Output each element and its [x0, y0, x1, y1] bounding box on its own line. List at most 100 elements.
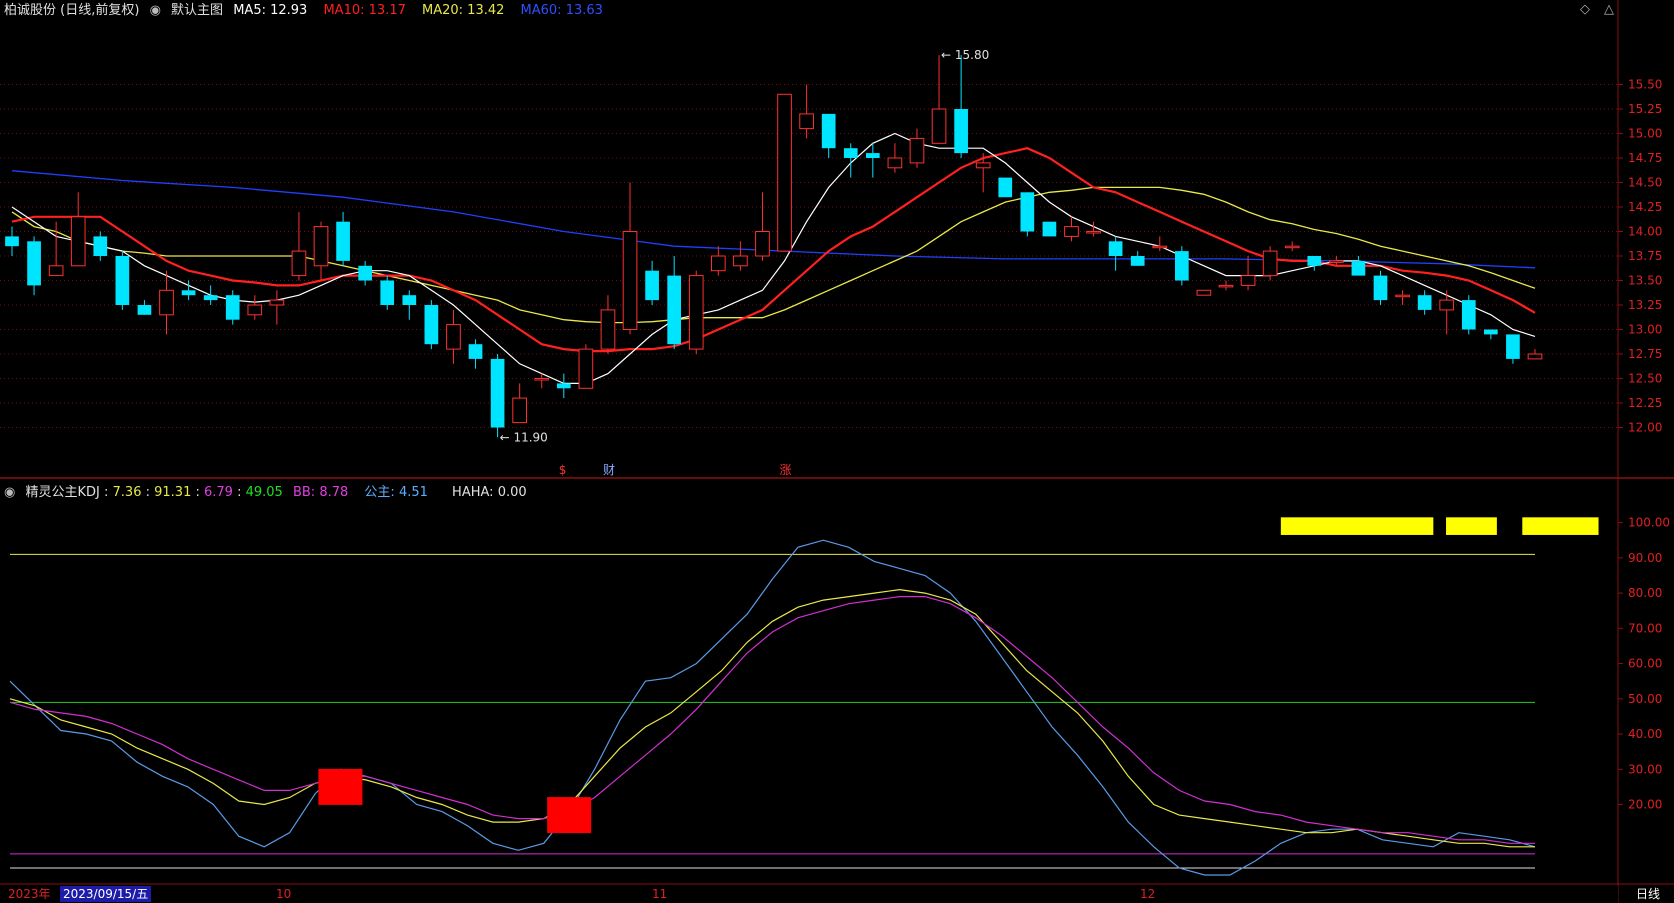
- diamond-icon[interactable]: ◇: [1580, 2, 1590, 17]
- y-axis: 12.00 12.25 12.50 12.75 13.00 13.25 13.50 13.75…: [1618, 78, 1670, 812]
- price-tick-label: 13.00: [1628, 323, 1662, 337]
- stock-title[interactable]: 柏诚股份 (日线,前复权): [4, 3, 139, 18]
- month-label: 11: [652, 887, 668, 901]
- price-tick-label: 12.00: [1628, 421, 1662, 435]
- candle-down: [1020, 192, 1035, 232]
- indicator-tick-label: 80.00: [1628, 586, 1662, 600]
- indicator-tick-label: 100.00: [1628, 516, 1670, 530]
- candle-down: [556, 383, 571, 389]
- candle-down: [1042, 221, 1057, 237]
- candle-up: [710, 255, 726, 272]
- price-tick-label: 14.50: [1628, 176, 1662, 190]
- candle-up: [688, 275, 704, 350]
- ma60-label: MA60:: [520, 3, 562, 18]
- candle-down: [667, 275, 682, 345]
- price-tick-label: 15.00: [1628, 127, 1662, 141]
- kdj-value-2: 91.31: [154, 485, 192, 500]
- indicator-tick-label: 50.00: [1628, 692, 1662, 706]
- indicator-tick-label: 60.00: [1628, 657, 1662, 671]
- candle-up: [777, 93, 792, 252]
- main-chart-label[interactable]: 默认主图: [171, 3, 223, 18]
- candle-down: [1130, 256, 1145, 266]
- month-label: 12: [1140, 887, 1156, 901]
- moving-average-lines: [11, 132, 1536, 384]
- candle-up: [1284, 245, 1300, 249]
- candle-up: [48, 265, 64, 277]
- price-tick-label: 14.00: [1628, 225, 1662, 239]
- candle-down: [27, 241, 41, 286]
- candle-down: [490, 358, 505, 428]
- candle-down: [358, 265, 373, 281]
- triangle-up-icon[interactable]: △: [1604, 2, 1614, 17]
- candle-up: [159, 289, 174, 316]
- candle-down: [424, 305, 439, 345]
- candle-up: [799, 113, 814, 130]
- price-annotation: ← 11.90: [500, 430, 548, 444]
- indicator-name[interactable]: 精灵公主KDJ: [25, 485, 99, 500]
- settings-icon[interactable]: ◉: [150, 3, 161, 18]
- candle-down: [954, 109, 968, 154]
- grid-lines: [0, 0, 1674, 903]
- kdj-value-4: 49.05: [245, 485, 283, 500]
- price-tick-label: 13.50: [1628, 274, 1662, 288]
- candle-down: [93, 236, 108, 256]
- candle-up: [269, 299, 285, 306]
- signal-square: [318, 768, 363, 805]
- candle-up: [1086, 231, 1101, 234]
- settings-icon[interactable]: ◉: [4, 485, 15, 500]
- candle-up: [534, 378, 550, 381]
- candle-up: [909, 137, 925, 164]
- candle-down: [137, 305, 152, 315]
- main-chart-header: 柏诚股份 (日线,前复权) ◉ 默认主图 MA5: 12.93 MA10: 13…: [4, 0, 615, 22]
- ma5-line: [11, 132, 1536, 384]
- candle-down: [225, 295, 240, 320]
- candle-up: [291, 250, 307, 277]
- chart-canvas[interactable]: ← 15.80 ← 11.90 $ 财 涨 12.00 12.25 12.50 12.75 13…: [0, 0, 1674, 903]
- candle-down: [468, 344, 483, 359]
- ma10-line: [11, 147, 1536, 353]
- ma10-label: MA10:: [323, 3, 365, 18]
- month-label: 10: [276, 887, 292, 901]
- price-tick-label: 13.25: [1628, 298, 1662, 312]
- candle-up: [755, 231, 770, 257]
- indicator-tick-label: 30.00: [1628, 762, 1662, 776]
- ma20-value: 13.42: [467, 3, 505, 18]
- candle-up: [733, 255, 748, 267]
- kdj-value-1: 7.36: [112, 485, 142, 500]
- candle-up: [1240, 275, 1256, 286]
- candle-down: [115, 256, 130, 305]
- candle-up: [1527, 353, 1543, 360]
- time-axis-bar: [0, 886, 1618, 903]
- candle-down: [1461, 300, 1476, 330]
- candlesticks: [5, 55, 1543, 438]
- price-tick-label: 12.75: [1628, 347, 1662, 361]
- candle-up: [622, 231, 638, 330]
- candle-down: [203, 295, 218, 301]
- event-marker: $: [559, 463, 567, 477]
- kdj-indicator: [9, 517, 1599, 876]
- kdj-line-2: [9, 588, 1535, 848]
- candle-down: [865, 153, 880, 158]
- candle-up: [1218, 284, 1234, 288]
- candle-down: [821, 113, 836, 149]
- candle-up: [446, 324, 461, 350]
- ma20-line: [11, 186, 1536, 324]
- candle-down: [181, 290, 196, 296]
- ma10-value: 13.17: [368, 3, 406, 18]
- ma60-value: 13.63: [565, 3, 603, 18]
- candle-up: [1329, 260, 1344, 263]
- haha-label: HAHA:: [452, 485, 494, 500]
- price-annotation: ← 15.80: [941, 48, 989, 62]
- candle-down: [402, 295, 417, 305]
- candle-down: [1373, 275, 1388, 301]
- candle-up: [1439, 299, 1455, 311]
- kdj-line-3: [9, 595, 1535, 844]
- selected-date[interactable]: 2023/09/15/五: [60, 886, 152, 902]
- candle-up: [247, 304, 263, 316]
- candle-up: [975, 162, 991, 169]
- period-selector[interactable]: 日线: [1622, 886, 1674, 902]
- candle-down: [380, 280, 395, 305]
- bb-value: 8.78: [319, 485, 349, 500]
- candle-down: [1351, 260, 1366, 276]
- candle-down: [1506, 334, 1520, 359]
